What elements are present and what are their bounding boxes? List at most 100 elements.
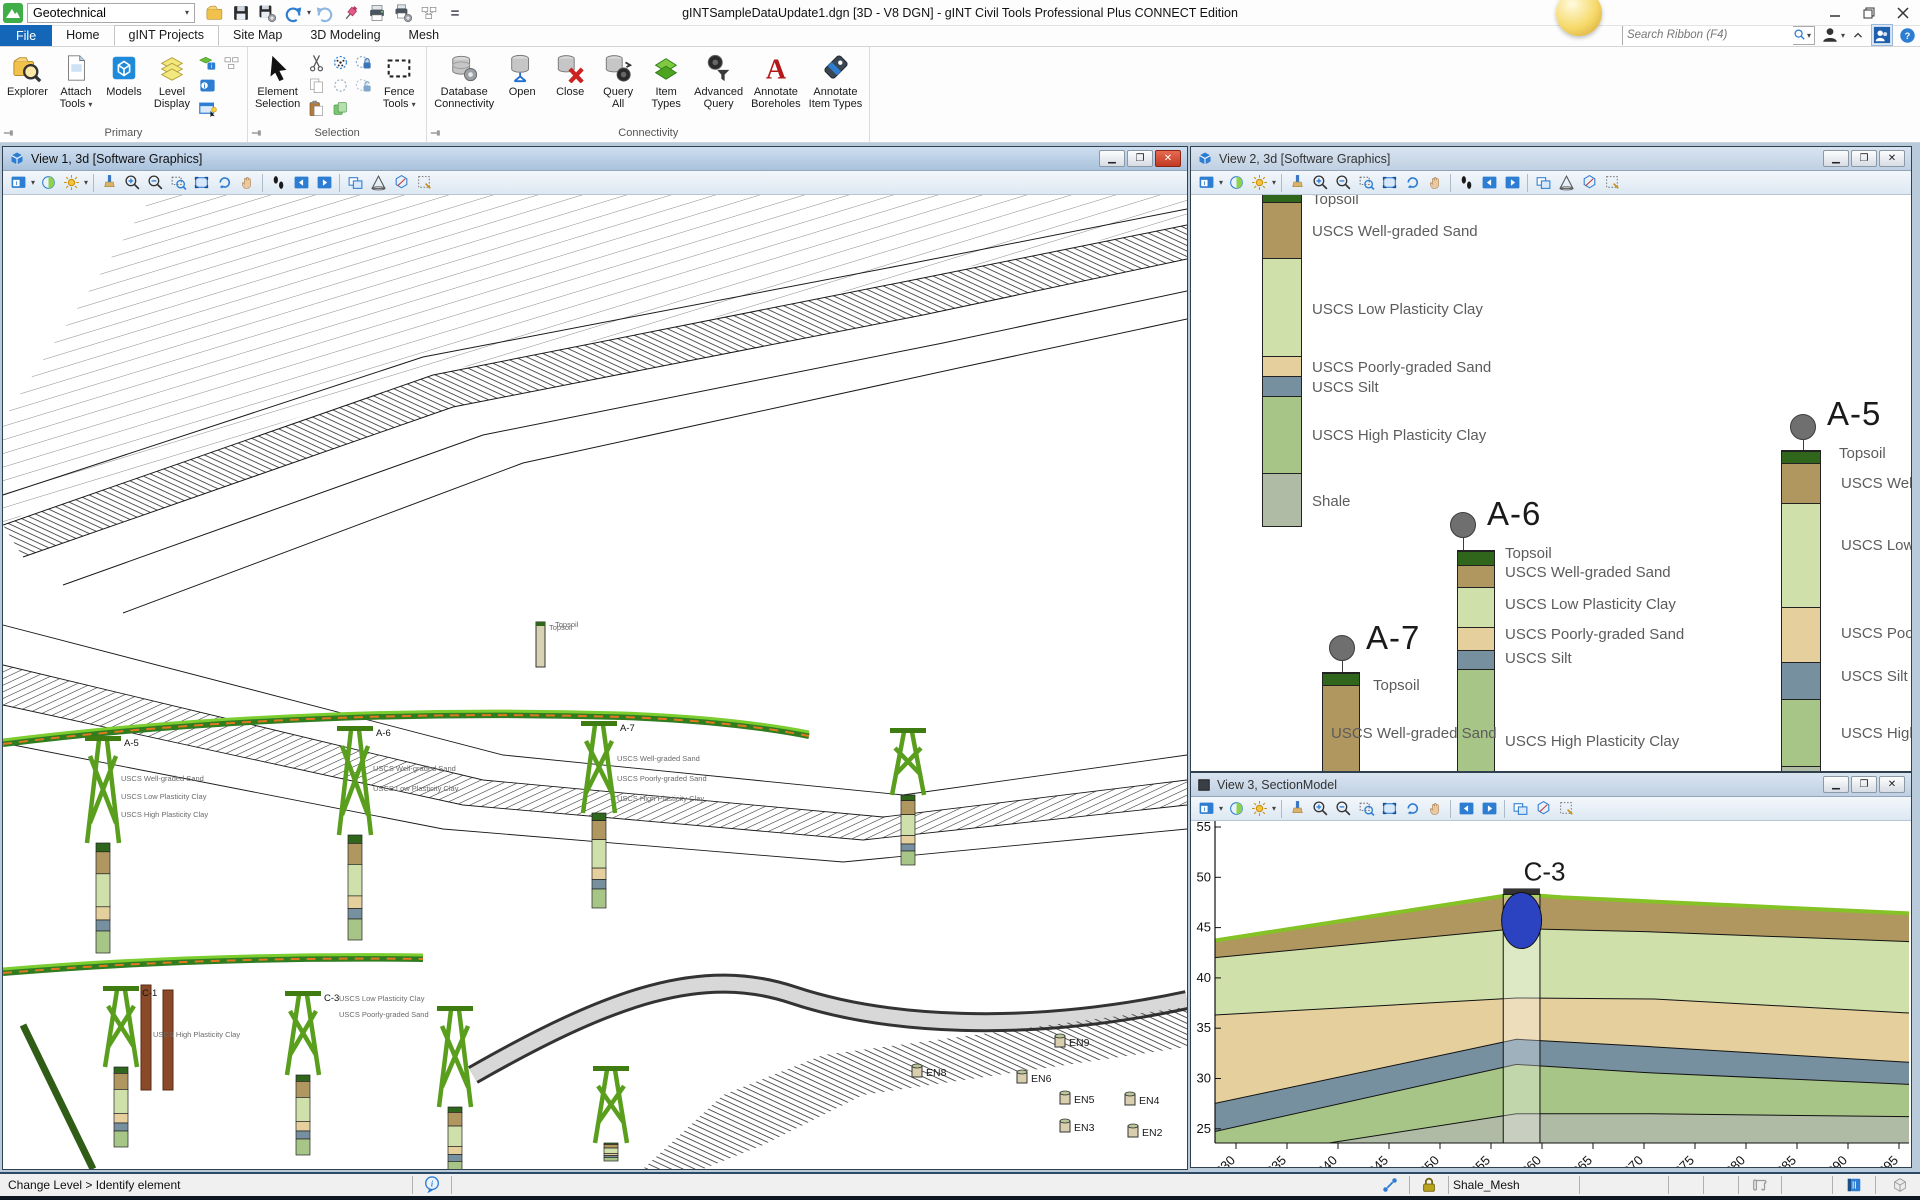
view3-minimize-button[interactable]: ▁ bbox=[1823, 776, 1849, 793]
view3-title-bar[interactable]: View 3, SectionModel ▁ ❐ ✕ bbox=[1191, 773, 1911, 797]
view2-clip-mask-button[interactable] bbox=[1578, 172, 1600, 193]
workflow-selector[interactable]: Geotechnical ▾ bbox=[27, 2, 195, 23]
attach-tools-button[interactable]: Attach Tools ▾ bbox=[53, 49, 99, 112]
redo-button[interactable] bbox=[313, 2, 337, 24]
view1-walk-button[interactable] bbox=[267, 172, 289, 193]
view3-clip-mask-button[interactable] bbox=[1532, 798, 1554, 819]
search-icon[interactable] bbox=[1793, 28, 1807, 42]
close-button[interactable]: Close bbox=[547, 49, 593, 99]
view3-zoom-in-button[interactable] bbox=[1309, 798, 1331, 819]
save-button[interactable] bbox=[229, 2, 253, 24]
view2-restore-button[interactable]: ❐ bbox=[1851, 150, 1877, 167]
view2-minimize-button[interactable]: ▁ bbox=[1823, 150, 1849, 167]
open-button[interactable]: Open bbox=[499, 49, 545, 99]
view1-clip-volume-button[interactable] bbox=[367, 172, 389, 193]
annotate-item-types-button[interactable]: Annotate Item Types bbox=[806, 49, 866, 111]
ribbon-search-input[interactable] bbox=[1622, 25, 1793, 45]
view2-clip-volume-button[interactable] bbox=[1555, 172, 1577, 193]
view2-view-prev-button[interactable] bbox=[1478, 172, 1500, 193]
dropdown-arrow-icon[interactable]: ▾ bbox=[31, 178, 35, 187]
borehole-marker-a-5[interactable] bbox=[1790, 414, 1816, 440]
element-template-button[interactable] bbox=[1880, 1174, 1920, 1196]
view1-zoom-out-button[interactable] bbox=[144, 172, 166, 193]
view3-display-style-button[interactable] bbox=[1225, 798, 1247, 819]
view3-close-button[interactable]: ✕ bbox=[1879, 776, 1905, 793]
view1-view-attributes-button[interactable]: i bbox=[7, 172, 29, 193]
connect-signin-button[interactable] bbox=[1871, 24, 1893, 46]
view3-view-next-button[interactable] bbox=[1478, 798, 1500, 819]
search-dropdown-icon[interactable]: ▾ bbox=[1807, 31, 1811, 40]
element-selection-button[interactable]: Element Selection bbox=[252, 49, 303, 111]
query-all-button[interactable]: Query All bbox=[595, 49, 641, 111]
view2-copy-view-button[interactable] bbox=[1532, 172, 1554, 193]
item-info-button[interactable]: i bbox=[197, 74, 219, 96]
paste-button[interactable] bbox=[305, 97, 327, 119]
borehole-marker-a-6[interactable] bbox=[1450, 512, 1476, 538]
popup-window-button[interactable] bbox=[197, 97, 219, 119]
view3-fit-view-button[interactable] bbox=[1378, 798, 1400, 819]
view1-window-area-button[interactable] bbox=[167, 172, 189, 193]
dropdown-arrow-icon[interactable]: ▾ bbox=[1219, 178, 1223, 187]
save-settings-button[interactable] bbox=[255, 2, 279, 24]
borehole-column-a-7[interactable] bbox=[1322, 672, 1360, 771]
view2-zoom-in-button[interactable] bbox=[1309, 172, 1331, 193]
more-button[interactable] bbox=[443, 2, 467, 24]
view1-display-style-button[interactable] bbox=[37, 172, 59, 193]
open-file-button[interactable] bbox=[203, 2, 227, 24]
view2-view-next-button[interactable] bbox=[1501, 172, 1523, 193]
view3-window-area-button[interactable] bbox=[1355, 798, 1377, 819]
group-pin-icon[interactable] bbox=[3, 127, 15, 139]
level-display-button[interactable]: Level Display bbox=[149, 49, 195, 111]
view2-brightness-button[interactable] bbox=[1248, 172, 1270, 193]
view1-view-prev-button[interactable] bbox=[290, 172, 312, 193]
tab-3d-modeling[interactable]: 3D Modeling bbox=[296, 25, 394, 46]
select-none-button[interactable] bbox=[329, 74, 351, 96]
tab-home[interactable]: Home bbox=[52, 25, 113, 46]
minimize-button[interactable] bbox=[1818, 1, 1852, 25]
level-manager-button[interactable]: i bbox=[197, 51, 219, 73]
group-pin-icon[interactable] bbox=[251, 127, 263, 139]
restore-button[interactable] bbox=[1852, 1, 1886, 25]
models-button[interactable]: Models bbox=[101, 49, 147, 99]
view1-copy-view-button[interactable] bbox=[344, 172, 366, 193]
prompt-info-button[interactable]: i bbox=[417, 1174, 447, 1196]
tab-gint-projects[interactable]: gINT Projects bbox=[113, 25, 219, 46]
borehole-marker-a-7[interactable] bbox=[1329, 635, 1355, 661]
view3-copy-view-button[interactable] bbox=[1509, 798, 1531, 819]
view1-brightness-button[interactable] bbox=[60, 172, 82, 193]
help-button[interactable]: ? bbox=[1899, 27, 1916, 44]
print-button[interactable] bbox=[365, 2, 389, 24]
view3-update-view-button[interactable] bbox=[1286, 798, 1308, 819]
view1-content[interactable]: A-5 A-6 A-7 C-1 C-3 EN9 EN8 EN6 EN5 EN4 EN3 EN2 US… bbox=[3, 195, 1187, 1169]
undo-button[interactable] bbox=[281, 2, 305, 24]
view1-update-view-button[interactable] bbox=[98, 172, 120, 193]
view3-content[interactable]: C-3 55 50 45 40 35 30 25 230 235 240 245 250 255 260 26… bbox=[1191, 821, 1911, 1167]
tab-mesh[interactable]: Mesh bbox=[395, 25, 454, 46]
borehole-column-a-5[interactable] bbox=[1781, 450, 1821, 771]
view2-clip-apply-button[interactable] bbox=[1601, 172, 1623, 193]
view3-view-attributes-button[interactable]: i bbox=[1195, 798, 1217, 819]
advanced-query-button[interactable]: Advanced Query bbox=[691, 49, 746, 111]
lone-borehole[interactable] bbox=[535, 621, 546, 668]
pin-button[interactable] bbox=[339, 2, 363, 24]
design-history-button[interactable] bbox=[1837, 1174, 1871, 1196]
paste-special-button[interactable] bbox=[329, 97, 351, 119]
select-unlock-button[interactable] bbox=[352, 74, 374, 96]
print-preview-button[interactable] bbox=[391, 2, 415, 24]
fence-status-button[interactable] bbox=[1743, 1174, 1777, 1196]
named-boundary-button[interactable] bbox=[417, 2, 441, 24]
view2-fit-view-button[interactable] bbox=[1378, 172, 1400, 193]
view1-clip-apply-button[interactable] bbox=[413, 172, 435, 193]
view1-close-button[interactable]: ✕ bbox=[1155, 150, 1181, 167]
borehole-column[interactable] bbox=[1262, 195, 1302, 527]
view3-zoom-out-button[interactable] bbox=[1332, 798, 1354, 819]
view1-minimize-button[interactable]: ▁ bbox=[1099, 150, 1125, 167]
group-pin-icon[interactable] bbox=[430, 127, 442, 139]
grid-dd-button[interactable] bbox=[221, 51, 243, 73]
dropdown-arrow-icon[interactable]: ▾ bbox=[307, 8, 311, 17]
explorer-button[interactable]: Explorer bbox=[4, 49, 51, 99]
view1-clip-mask-button[interactable] bbox=[390, 172, 412, 193]
view3-restore-button[interactable]: ❐ bbox=[1851, 776, 1877, 793]
dropdown-arrow-icon[interactable]: ▾ bbox=[84, 178, 88, 187]
view2-zoom-out-button[interactable] bbox=[1332, 172, 1354, 193]
